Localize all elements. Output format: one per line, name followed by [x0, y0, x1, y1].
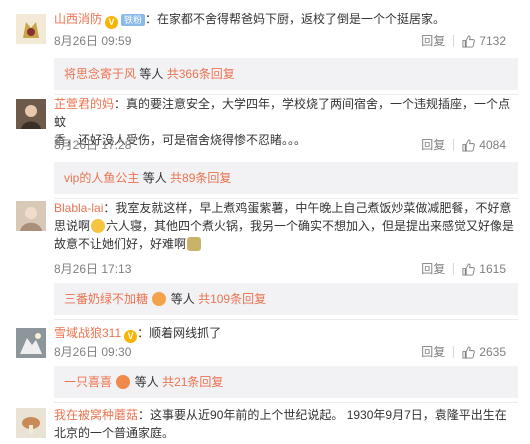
comment-body-line-3: 故意不让她们好，好难啊	[54, 237, 187, 251]
comment-body-line-1: ：我室友就这样，早上煮鸡蛋紫薯，中午晚上自己煮饭炒菜做减肥餐，不好意	[103, 201, 512, 215]
avatar[interactable]	[16, 201, 46, 231]
username[interactable]: 芷萱君的妈	[54, 97, 114, 111]
divider	[54, 402, 518, 403]
avatar[interactable]	[16, 14, 46, 44]
comment-body: ：在家都不舍得帮爸妈下厨，返校了倒是一个个挺居家。	[145, 12, 446, 26]
avatar[interactable]	[16, 99, 46, 129]
emoji-icon	[91, 219, 106, 233]
sub-replies-bar[interactable]: 三番奶绿不加糖 等人 共109条回复	[54, 283, 518, 315]
username[interactable]: 雪域战狼311	[54, 326, 121, 340]
like-count: 1615	[479, 262, 506, 276]
sub-reply-text: 等人	[139, 67, 164, 81]
reply-button[interactable]: 回复	[421, 345, 445, 359]
sub-reply-user[interactable]: 三番奶绿不加糖	[64, 292, 148, 306]
comment-body: ：顺着网线抓了	[137, 326, 222, 340]
comment-body-line-1: ：这事要从近90年前的上个世纪说起。 1930年9月7日，袁隆平出生在	[138, 408, 507, 422]
avatar[interactable]	[16, 408, 46, 438]
divider	[453, 35, 455, 47]
sub-reply-text: 等人	[142, 171, 167, 185]
like-button[interactable]: 2635	[462, 345, 506, 359]
thumbs-up-icon	[462, 263, 476, 276]
comment-timestamp: 8月26日 17:28	[54, 138, 132, 152]
emoji-icon	[187, 237, 202, 251]
like-count: 7132	[479, 34, 506, 48]
fan-level-badge: 铁粉	[121, 14, 146, 26]
comment-text: 山西消防 V 铁粉 ：在家都不舍得帮爸妈下厨，返校了倒是一个个挺居家。	[54, 10, 518, 29]
sub-reply-user[interactable]: 一只喜喜	[64, 375, 112, 389]
reply-button[interactable]: 回复	[421, 34, 445, 48]
reply-button[interactable]: 回复	[421, 262, 445, 276]
emoji-icon	[116, 375, 131, 389]
thumbs-up-icon	[462, 346, 476, 359]
sub-reply-user[interactable]: 将思念寄于风	[64, 67, 136, 81]
sub-reply-count[interactable]: 共109条回复	[198, 292, 266, 306]
like-count: 4084	[479, 138, 506, 152]
avatar[interactable]	[16, 328, 46, 358]
sub-replies-bar[interactable]: 一只喜喜 等人 共21条回复	[54, 366, 518, 398]
username[interactable]: 山西消防	[54, 12, 102, 26]
divider	[54, 319, 518, 320]
comment-timestamp: 8月26日 09:30	[54, 345, 132, 359]
sub-reply-count[interactable]: 共366条回复	[167, 67, 235, 81]
comment-timestamp: 8月26日 17:13	[54, 262, 132, 276]
username[interactable]: Blabla-lai	[54, 201, 103, 215]
username[interactable]: 我在被窝种蘑菇	[54, 408, 138, 422]
sub-reply-count[interactable]: 共89条回复	[170, 171, 231, 185]
divider	[453, 139, 455, 151]
comment-body-line-2a: 思说啊	[54, 219, 91, 233]
sub-reply-text: 等人	[134, 375, 159, 389]
sub-reply-user[interactable]: vip的人鱼公主	[64, 171, 139, 185]
thumbs-up-icon	[462, 139, 476, 152]
comment-timestamp: 8月26日 09:59	[54, 34, 132, 48]
comment-text: 雪域战狼311 V ：顺着网线抓了	[54, 324, 518, 343]
emoji-icon	[152, 292, 167, 306]
comment-body-line-2b: 六人寝，其他四个煮火锅，我另一个确实不想加入，但是提出来感觉又好像是	[106, 219, 515, 233]
comment-body-line-1: ：真的要注意安全，大学四年，学校烧了两间宿舍，一个违规插座，一个点蚊	[54, 97, 511, 129]
divider	[453, 263, 455, 275]
sub-reply-count[interactable]: 共21条回复	[162, 375, 223, 389]
reply-button[interactable]: 回复	[421, 138, 445, 152]
like-button[interactable]: 7132	[462, 34, 506, 48]
sub-replies-bar[interactable]: vip的人鱼公主 等人 共89条回复	[54, 162, 518, 194]
thumbs-up-icon	[462, 35, 476, 48]
divider	[453, 346, 455, 358]
like-button[interactable]: 4084	[462, 138, 506, 152]
comment-body-line-2: 北京的一个普通家庭。	[54, 426, 175, 440]
sub-replies-bar[interactable]: 将思念寄于风 等人 共366条回复	[54, 58, 518, 90]
like-button[interactable]: 1615	[462, 262, 506, 276]
sub-reply-text: 等人	[170, 292, 195, 306]
comment-text: Blabla-lai：我室友就这样，早上煮鸡蛋紫薯，中午晚上自己煮饭炒菜做减肥餐…	[54, 199, 518, 253]
verified-badge-icon: V	[124, 330, 138, 343]
verified-badge-icon: V	[105, 16, 119, 29]
comment-text: 我在被窝种蘑菇：这事要从近90年前的上个世纪说起。 1930年9月7日，袁隆平出…	[54, 406, 518, 442]
like-count: 2635	[479, 345, 506, 359]
